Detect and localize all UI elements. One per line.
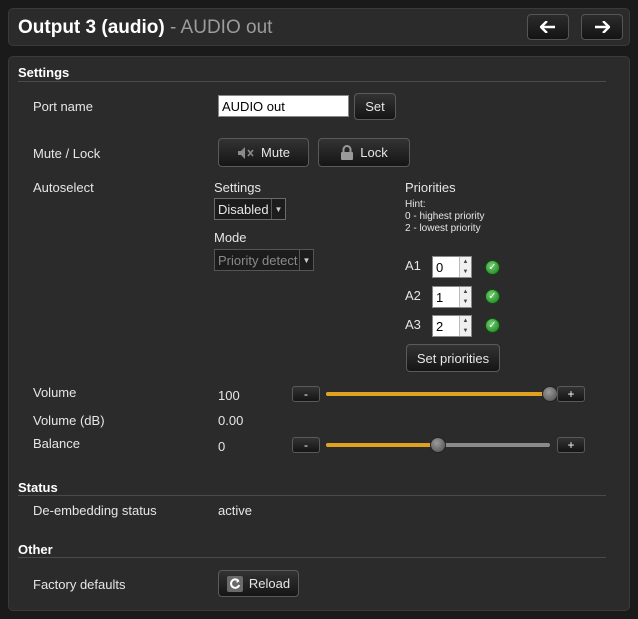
balance-value: 0 <box>218 439 226 454</box>
speaker-muted-icon <box>238 146 254 159</box>
factory-defaults-label: Factory defaults <box>33 577 126 592</box>
priority-a1-label: A1 <box>405 258 421 273</box>
port-title: Output 3 (audio) <box>18 17 165 38</box>
reload-button[interactable]: Reload <box>218 570 299 597</box>
port-title-separator: - <box>164 17 181 38</box>
page-header: Output 3 (audio) - AUDIO out <box>8 8 630 46</box>
priorities-hint-line1: 0 - highest priority <box>405 211 485 222</box>
volume-slider-thumb[interactable] <box>542 386 558 402</box>
balance-increase-button[interactable]: + <box>557 437 585 453</box>
autoselect-mode-label: Mode <box>214 230 247 245</box>
page-title: Output 3 (audio) - AUDIO out <box>18 17 272 39</box>
dropdown-arrow-icon: ▼ <box>271 199 285 219</box>
other-section-title: Other <box>18 542 53 557</box>
checkmark-icon: ✓ <box>485 289 500 304</box>
priority-a2-value: 1 <box>436 289 444 305</box>
arrow-left-icon <box>540 21 555 33</box>
next-port-button[interactable] <box>581 14 623 40</box>
set-port-name-button[interactable]: Set <box>354 93 396 120</box>
lock-button[interactable]: Lock <box>318 138 410 167</box>
priority-a3-label: A3 <box>405 317 421 332</box>
priorities-hint-line2: 2 - lowest priority <box>405 223 481 234</box>
volume-value: 100 <box>218 388 240 403</box>
settings-divider <box>18 81 606 82</box>
arrow-right-icon <box>595 21 610 33</box>
autoselect-settings-value: Disabled <box>218 201 269 217</box>
volume-db-value: 0.00 <box>218 413 244 428</box>
settings-section-title: Settings <box>18 65 70 80</box>
priority-a3-value: 2 <box>436 318 444 334</box>
mute-button[interactable]: Mute <box>218 138 309 167</box>
priorities-hint-title: Hint: <box>405 199 426 210</box>
autoselect-settings-select[interactable]: Disabled ▼ <box>214 198 286 220</box>
checkmark-icon: ✓ <box>485 318 500 333</box>
spinner-arrows-icon[interactable]: ▲ ▼ <box>459 257 471 277</box>
balance-decrease-button[interactable]: - <box>292 437 320 453</box>
lock-button-label: Lock <box>360 145 388 160</box>
other-divider <box>18 557 606 558</box>
deembedding-status-value: active <box>218 503 252 518</box>
volume-slider[interactable] <box>326 386 558 402</box>
balance-slider-thumb[interactable] <box>430 437 446 453</box>
set-priorities-button[interactable]: Set priorities <box>406 344 500 372</box>
autoselect-settings-label: Settings <box>214 180 261 195</box>
volume-decrease-button[interactable]: - <box>292 386 320 402</box>
port-subtitle: AUDIO out <box>180 17 273 38</box>
deembedding-status-label: De-embedding status <box>33 503 157 518</box>
volume-slider-fill <box>326 392 550 396</box>
balance-label: Balance <box>33 436 80 451</box>
autoselect-mode-select[interactable]: Priority detect ▼ <box>214 249 314 271</box>
status-section-title: Status <box>18 480 58 495</box>
balance-slider-fill <box>326 443 438 447</box>
port-name-label: Port name <box>33 99 93 114</box>
dropdown-arrow-icon: ▼ <box>299 250 313 270</box>
volume-db-label: Volume (dB) <box>33 413 105 428</box>
priority-a1-input[interactable]: 0 ▲ ▼ <box>432 256 472 278</box>
priority-a3-input[interactable]: 2 ▲ ▼ <box>432 315 472 337</box>
properties-panel: Settings Port name Set Mute / Lock Mute … <box>8 56 630 611</box>
checkmark-icon: ✓ <box>485 260 500 275</box>
lock-icon <box>341 145 354 160</box>
volume-label: Volume <box>33 385 77 400</box>
priorities-label: Priorities <box>405 180 456 195</box>
mute-button-label: Mute <box>261 145 290 160</box>
status-divider <box>18 495 606 496</box>
reload-button-label: Reload <box>248 576 291 591</box>
priority-a2-input[interactable]: 1 ▲ ▼ <box>432 286 472 308</box>
mute-lock-label: Mute / Lock <box>33 146 101 161</box>
spinner-arrows-icon[interactable]: ▲ ▼ <box>459 316 471 336</box>
spinner-arrows-icon[interactable]: ▲ ▼ <box>459 287 471 307</box>
priority-a2-label: A2 <box>405 288 421 303</box>
volume-increase-button[interactable]: + <box>557 386 585 402</box>
balance-slider[interactable] <box>326 437 550 453</box>
previous-port-button[interactable] <box>527 14 569 40</box>
priority-a1-value: 0 <box>436 259 444 275</box>
port-name-input[interactable] <box>218 95 349 117</box>
reload-icon <box>226 575 243 592</box>
autoselect-mode-value: Priority detect <box>218 252 298 268</box>
autoselect-label: Autoselect <box>33 180 94 195</box>
